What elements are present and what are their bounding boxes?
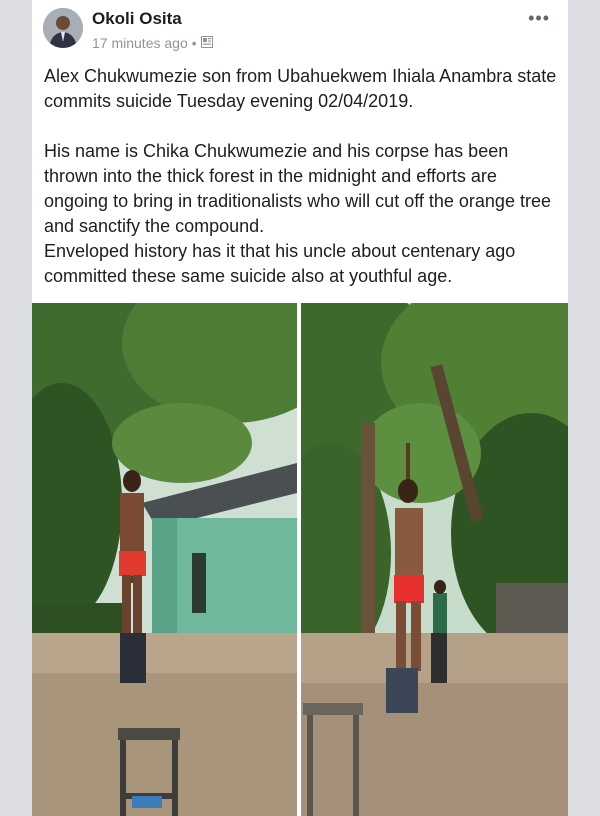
post-photo-1[interactable] <box>32 303 297 816</box>
friends-icon <box>200 35 213 51</box>
avatar-image <box>43 8 83 48</box>
photo-scene-tree <box>301 303 568 816</box>
post-paragraph: Alex Chukwumezie son from Ubahuekwem Ihi… <box>44 66 557 111</box>
meta-separator: • <box>191 35 197 51</box>
post-photo-2[interactable] <box>301 303 568 816</box>
post-meta: 17 minutes ago • <box>92 35 213 51</box>
post-paragraph: Enveloped history has it that his uncle … <box>44 241 516 286</box>
post-timestamp[interactable]: 17 minutes ago <box>92 35 188 51</box>
post-body: Alex Chukwumezie son from Ubahuekwem Ihi… <box>44 64 560 289</box>
more-options-icon[interactable]: ••• <box>528 8 550 29</box>
photo-scene-house <box>32 303 297 816</box>
author-name[interactable]: Okoli Osita <box>92 9 182 29</box>
post-card: Okoli Osita 17 minutes ago • ••• Alex Ch… <box>32 0 568 816</box>
author-avatar[interactable] <box>43 8 83 48</box>
post-header: Okoli Osita 17 minutes ago • ••• <box>32 0 568 60</box>
post-photos <box>32 303 568 816</box>
post-paragraph: His name is Chika Chukwumezie and his co… <box>44 141 551 236</box>
